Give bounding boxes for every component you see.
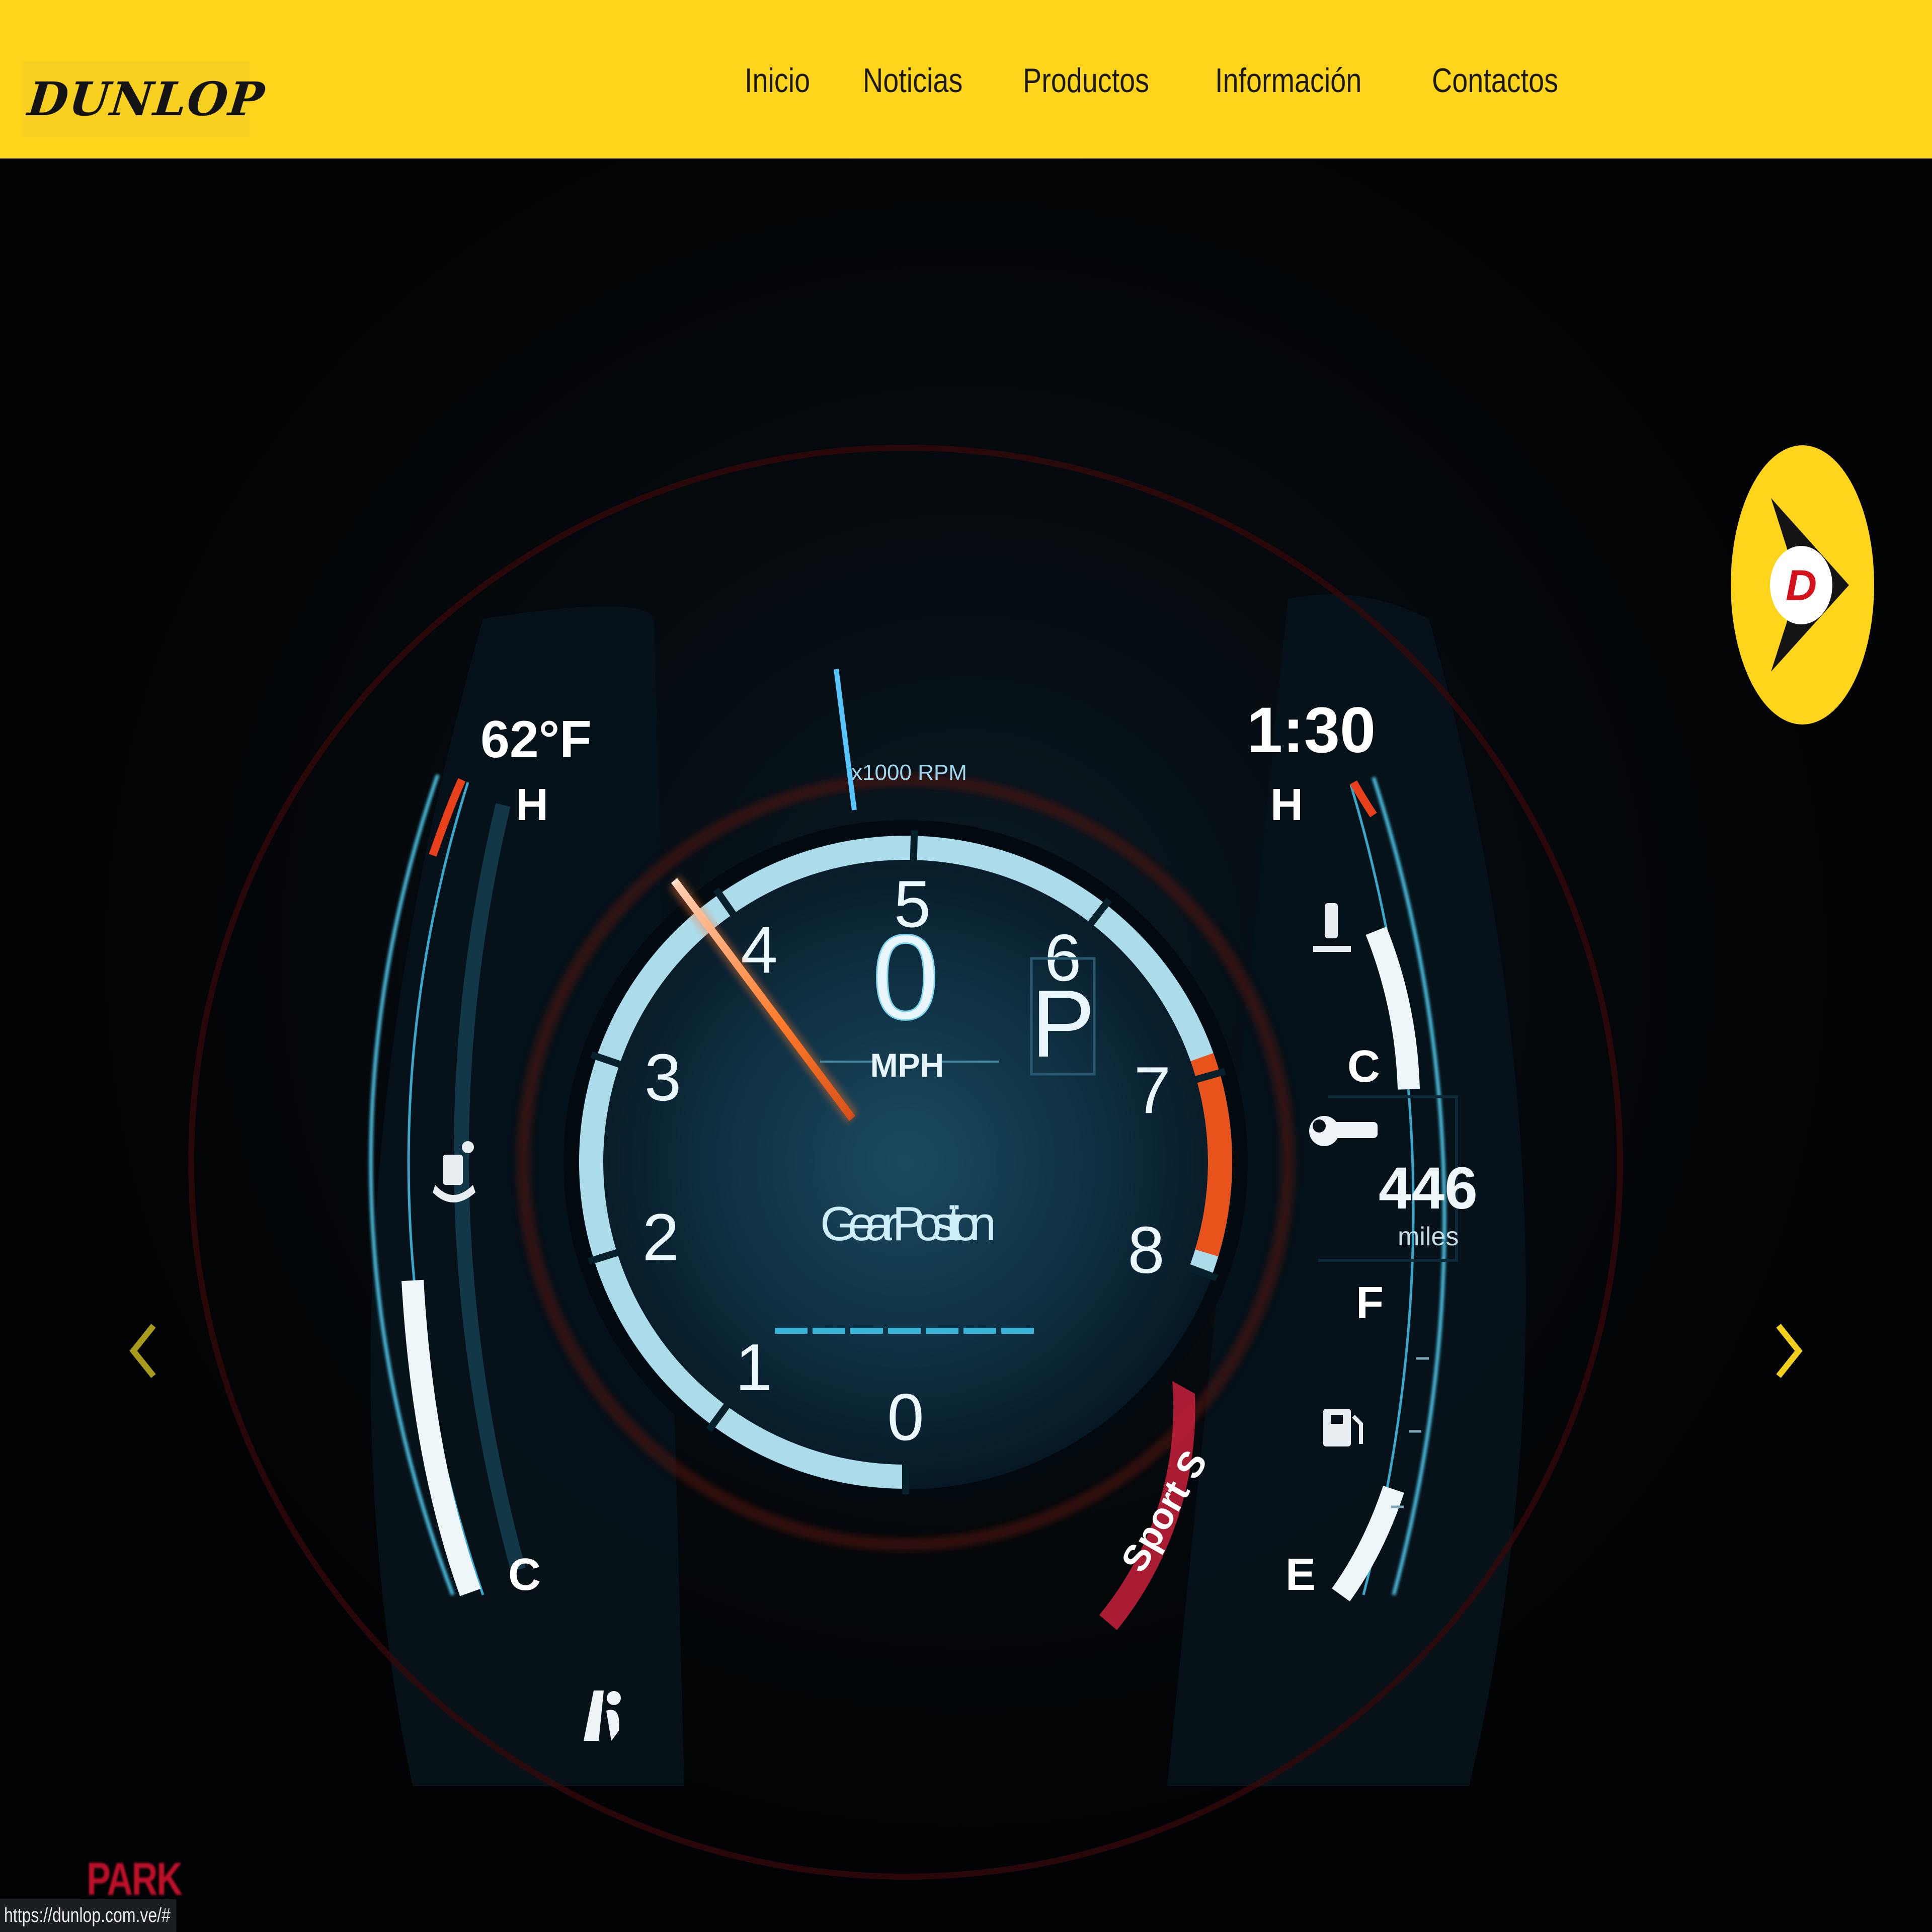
temperature-readout: 62°F <box>480 710 592 769</box>
nav-contactos[interactable]: Contactos <box>1432 60 1558 101</box>
dunlop-badge-icon: D <box>1731 445 1874 725</box>
chevron-left-icon <box>129 1324 156 1378</box>
svg-text:D: D <box>1786 561 1817 610</box>
dunlop-logo[interactable]: D DUNLOP <box>22 61 268 137</box>
gear-readout: P <box>1031 971 1095 1077</box>
rpm-tick-label: 2 <box>642 1200 679 1274</box>
hero-slider: 62°F H C 012345678 x1000 RPM 0 MPH P Gea… <box>0 158 1932 1932</box>
oil-hot-label: H <box>1270 780 1303 830</box>
nav-inicio[interactable]: Inicio <box>745 60 810 101</box>
rpm-major-tick <box>910 830 918 861</box>
nav-informacion[interactable]: Información <box>1215 60 1361 101</box>
rpm-unit-label: x1000 RPM <box>851 760 967 785</box>
rpm-tick-label: 1 <box>735 1330 772 1404</box>
slider-prev-button[interactable] <box>116 1311 171 1391</box>
clock-readout: 1:30 <box>1247 694 1376 766</box>
rpm-tick-label: 3 <box>645 1040 681 1114</box>
status-bar-url: https://dunlop.com.ve/# <box>0 1899 177 1932</box>
gear-position-label: Gear Position <box>820 1197 996 1251</box>
rpm-tick-label: 8 <box>1128 1213 1164 1287</box>
temp-cold-label: C <box>508 1550 541 1600</box>
range-unit-label: miles <box>1398 1222 1459 1251</box>
speed-readout: 0 <box>872 910 939 1044</box>
slider-next-button[interactable] <box>1761 1311 1816 1391</box>
main-nav: Inicio Noticias Productos Información Co… <box>745 60 1574 101</box>
fuel-empty-label: E <box>1285 1550 1316 1600</box>
speed-unit-label: MPH <box>870 1046 944 1084</box>
park-indicator: PARK <box>87 1854 183 1905</box>
dashboard-slide-image: 62°F H C 012345678 x1000 RPM 0 MPH P Gea… <box>188 445 1623 1880</box>
logo-wordmark: DUNLOP <box>25 72 268 126</box>
oil-cold-label: C <box>1347 1041 1380 1092</box>
temp-hot-label: H <box>516 780 548 830</box>
rpm-tick-label: 0 <box>887 1380 924 1454</box>
chevron-right-icon <box>1776 1324 1803 1378</box>
nav-noticias[interactable]: Noticias <box>863 60 962 101</box>
fuel-full-label: F <box>1356 1278 1384 1328</box>
range-readout: 446 <box>1379 1155 1478 1222</box>
site-header: D DUNLOP Inicio Noticias Productos Infor… <box>0 0 1932 158</box>
rpm-tick-label: 7 <box>1134 1053 1171 1127</box>
nav-productos[interactable]: Productos <box>1023 60 1149 101</box>
